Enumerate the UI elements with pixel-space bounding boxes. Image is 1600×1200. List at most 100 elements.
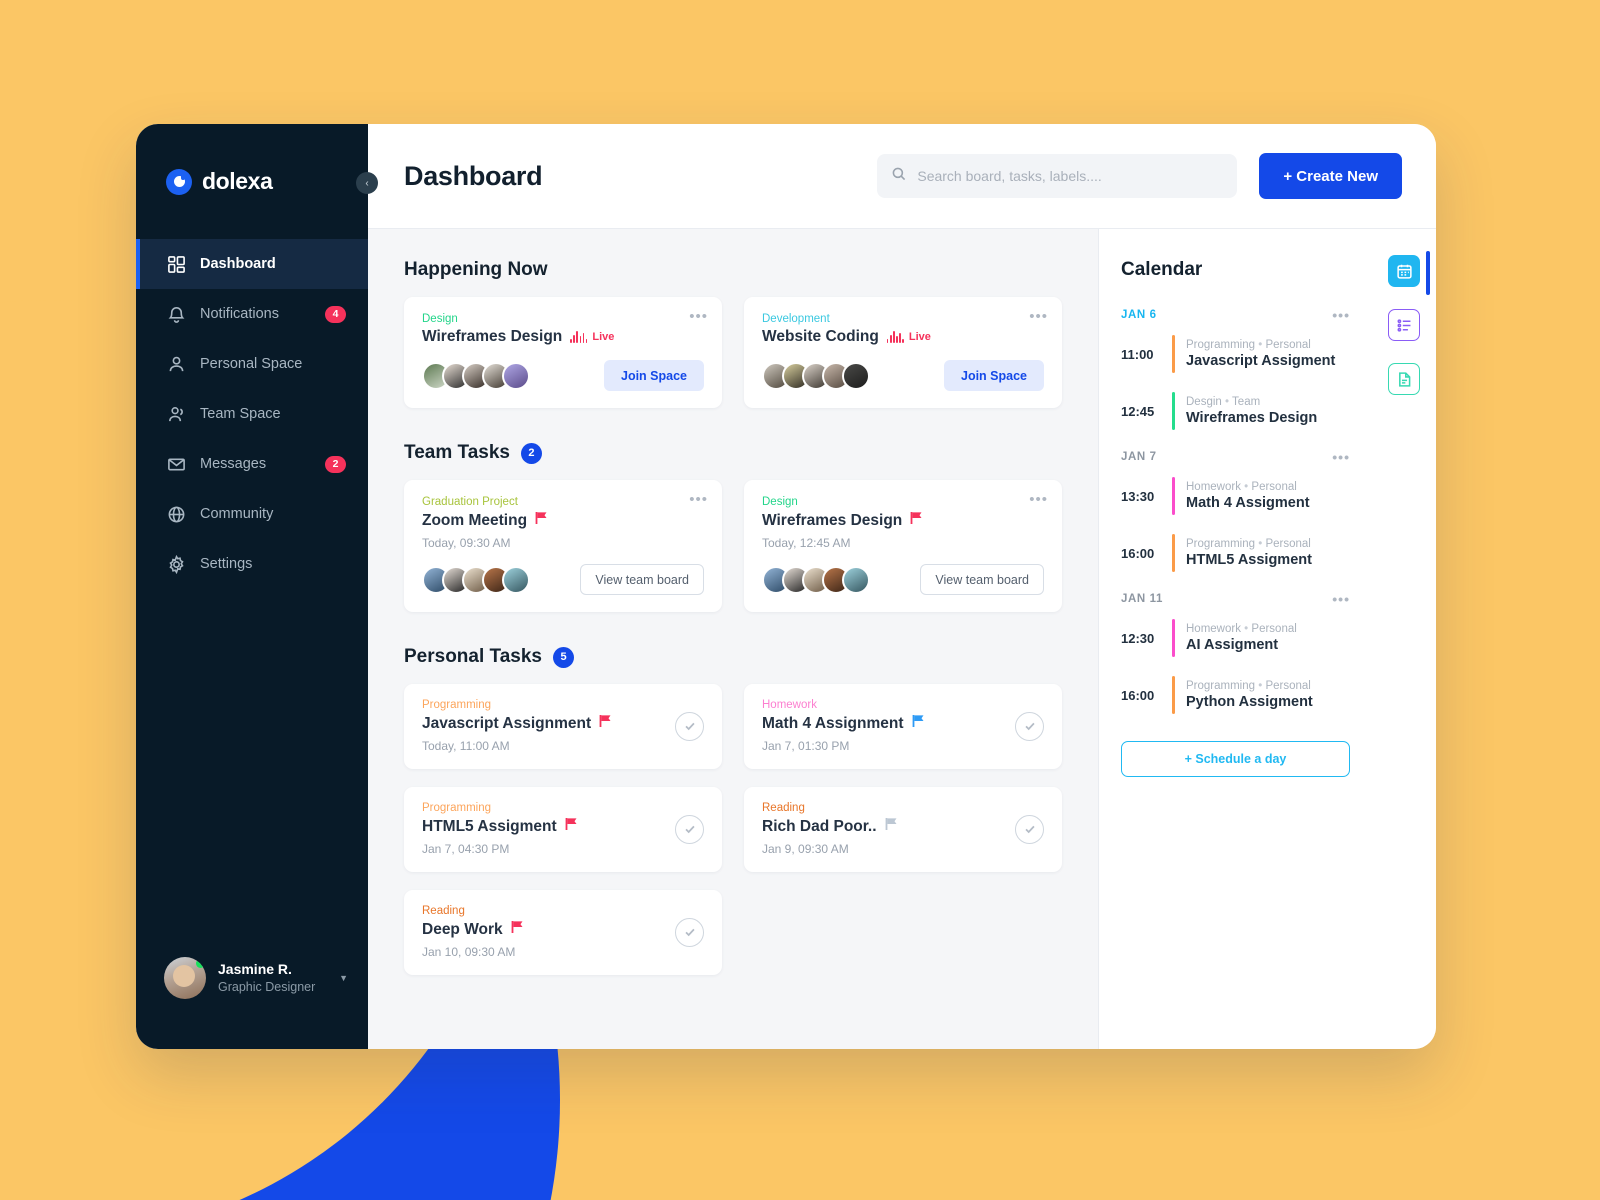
calendar-icon[interactable]: [1388, 255, 1420, 287]
topbar: Dashboard + Create New: [368, 124, 1436, 228]
calendar-panel: Calendar JAN 6 ••• 11:00 Programming • P…: [1098, 228, 1410, 1049]
brand-logo[interactable]: dolexa: [136, 124, 368, 195]
personal-task-item[interactable]: Programming Javascript Assignment Today,…: [404, 684, 722, 769]
calendar-event[interactable]: 16:00 Programming • Personal Python Assi…: [1121, 676, 1350, 714]
sidebar-item-label: Settings: [200, 556, 253, 572]
flag-icon: [565, 817, 578, 836]
brand-name: dolexa: [202, 168, 273, 194]
happening-card[interactable]: ••• Development Website Coding Live Join…: [744, 297, 1062, 408]
waveform-icon: [886, 331, 904, 343]
card-footer: Join Space: [422, 360, 704, 391]
card-title-row: Website Coding Live: [762, 328, 1044, 346]
happening-now-grid: ••• Design Wireframes Design Live Join S…: [404, 297, 1062, 408]
event-scope: Personal: [1265, 339, 1311, 351]
event-scope: Personal: [1251, 481, 1297, 493]
personal-task-item[interactable]: Homework Math 4 Assignment Jan 7, 01:30 …: [744, 684, 1062, 769]
task-complete-checkbox[interactable]: [675, 814, 704, 844]
view-team-board-button[interactable]: View team board: [920, 564, 1044, 595]
calendar-event[interactable]: 12:30 Homework • Personal AI Assigment: [1121, 619, 1350, 657]
event-time: 16:00: [1121, 687, 1155, 703]
join-space-button[interactable]: Join Space: [944, 360, 1044, 391]
personal-task-item[interactable]: Programming HTML5 Assigment Jan 7, 04:30…: [404, 787, 722, 872]
task-complete-checkbox[interactable]: [1015, 814, 1044, 844]
team-task-card[interactable]: ••• Design Wireframes Design Today, 12:4…: [744, 480, 1062, 612]
calendar-title: Calendar: [1121, 259, 1203, 280]
card-menu-icon[interactable]: •••: [689, 491, 708, 508]
sidebar-item-notifications[interactable]: Notifications 4: [136, 289, 368, 339]
task-category: Homework: [762, 699, 817, 711]
team-task-card[interactable]: ••• Graduation Project Zoom Meeting Toda…: [404, 480, 722, 612]
avatar: [502, 361, 530, 390]
messages-badge: 2: [325, 455, 346, 473]
create-new-button[interactable]: + Create New: [1259, 153, 1402, 199]
sidebar-nav: Dashboard Notifications 4 Personal Space: [136, 239, 368, 589]
personal-tasks-count: 5: [553, 646, 575, 668]
event-color-bar: [1172, 676, 1175, 714]
calendar-event[interactable]: 13:30 Homework • Personal Math 4 Assigme…: [1121, 477, 1350, 515]
event-color-bar: [1172, 534, 1175, 572]
member-avatars: [762, 361, 870, 390]
flag-icon: [885, 817, 898, 836]
sidebar-item-label: Personal Space: [200, 356, 303, 372]
personal-task-item[interactable]: Reading Deep Work Jan 10, 09:30 AM: [404, 890, 722, 975]
live-badge: Live: [886, 331, 931, 343]
task-time: Jan 10, 09:30 AM: [422, 945, 516, 959]
main-area: Dashboard + Create New Happening Now •••: [368, 124, 1436, 1049]
calendar-event[interactable]: 16:00 Programming • Personal HTML5 Assig…: [1121, 534, 1350, 572]
calendar-event[interactable]: 12:45 Desgin • Team Wireframes Design: [1121, 392, 1350, 430]
calendar-day-label: JAN 7: [1121, 451, 1157, 463]
gear-icon: [166, 554, 186, 574]
sidebar-item-community[interactable]: Community: [136, 489, 368, 539]
live-badge: Live: [570, 331, 614, 343]
chevron-down-icon[interactable]: ▼: [339, 973, 348, 983]
card-category: Graduation Project: [422, 496, 518, 508]
calendar-event[interactable]: 11:00 Programming • Personal Javascript …: [1121, 335, 1350, 373]
sidebar-item-personal-space[interactable]: Personal Space: [136, 339, 368, 389]
online-status-dot: [196, 959, 205, 968]
task-title-row: Rich Dad Poor..: [762, 817, 1015, 836]
personal-task-item[interactable]: Reading Rich Dad Poor.. Jan 9, 09:30 AM: [744, 787, 1062, 872]
sidebar-item-settings[interactable]: Settings: [136, 539, 368, 589]
card-menu-icon[interactable]: •••: [1029, 308, 1048, 325]
calendar-day-label: JAN 11: [1121, 593, 1163, 605]
happening-card[interactable]: ••• Design Wireframes Design Live Join S…: [404, 297, 722, 408]
schedule-a-day-button[interactable]: + Schedule a day: [1121, 741, 1350, 777]
sidebar-item-team-space[interactable]: Team Space: [136, 389, 368, 439]
task-time: Jan 7, 04:30 PM: [422, 842, 510, 856]
view-team-board-button[interactable]: View team board: [580, 564, 704, 595]
member-avatars: [762, 565, 870, 594]
card-footer: View team board: [762, 564, 1044, 595]
document-icon[interactable]: [1388, 363, 1420, 395]
list-icon[interactable]: [1388, 309, 1420, 341]
calendar-day-menu-icon[interactable]: •••: [1332, 307, 1350, 323]
event-category: Programming: [1186, 680, 1256, 692]
calendar-day-menu-icon[interactable]: •••: [1332, 591, 1350, 607]
task-title-row: Javascript Assignment: [422, 714, 675, 733]
flag-icon: [599, 714, 612, 733]
card-menu-icon[interactable]: •••: [689, 308, 708, 325]
flag-icon: [912, 714, 925, 733]
users-icon: [166, 404, 186, 424]
event-category: Programming: [1186, 339, 1256, 351]
content-panel: Happening Now ••• Design Wireframes Desi…: [368, 228, 1098, 1049]
card-category: Development: [762, 313, 830, 325]
card-footer: View team board: [422, 564, 704, 595]
globe-icon: [166, 504, 186, 524]
task-complete-checkbox[interactable]: [675, 917, 704, 947]
card-menu-icon[interactable]: •••: [1029, 491, 1048, 508]
sidebar-item-dashboard[interactable]: Dashboard: [136, 239, 368, 289]
task-complete-checkbox[interactable]: [1015, 711, 1044, 741]
join-space-button[interactable]: Join Space: [604, 360, 704, 391]
task-title-row: Math 4 Assignment: [762, 714, 1015, 733]
sidebar-item-messages[interactable]: Messages 2: [136, 439, 368, 489]
event-time: 11:00: [1121, 346, 1154, 362]
chevron-left-icon[interactable]: ‹: [356, 172, 378, 194]
event-name: Math 4 Assigment: [1186, 495, 1310, 511]
user-icon: [166, 354, 186, 374]
calendar-day-menu-icon[interactable]: •••: [1332, 449, 1350, 465]
search-box[interactable]: [877, 154, 1238, 198]
user-profile[interactable]: Jasmine R. Graphic Designer ▼: [136, 957, 368, 1049]
search-input[interactable]: [917, 168, 1224, 184]
scrollbar-thumb[interactable]: [1426, 251, 1430, 295]
task-complete-checkbox[interactable]: [675, 711, 704, 741]
